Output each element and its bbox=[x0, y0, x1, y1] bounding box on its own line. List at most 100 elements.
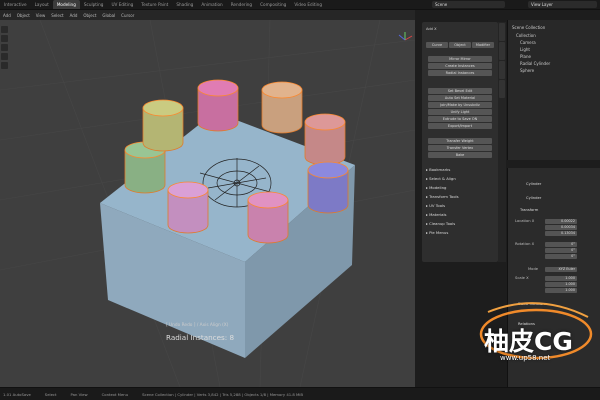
outliner-item[interactable]: Sphere bbox=[520, 67, 534, 74]
scale-y-field[interactable]: 1.000 bbox=[545, 282, 577, 287]
orientation-select[interactable]: Global bbox=[99, 13, 118, 18]
3d-viewport[interactable] bbox=[0, 20, 415, 387]
scale-label: Scale X bbox=[515, 276, 529, 280]
location-z-field[interactable]: 0.13034 bbox=[545, 231, 577, 236]
tab-uv-editing[interactable]: UV Editing bbox=[107, 0, 137, 9]
cylinder-instance[interactable] bbox=[304, 113, 346, 166]
rotation-mode-select[interactable]: XYZ Euler bbox=[545, 267, 577, 272]
tab-modeling[interactable]: Modeling bbox=[52, 0, 80, 9]
navigation-gizmo[interactable] bbox=[398, 32, 413, 41]
tool-button[interactable]: Transfer Vertex bbox=[428, 145, 492, 151]
panel-section[interactable]: ▸ Cleanup Tools bbox=[426, 221, 455, 226]
menu-object-2[interactable]: Object bbox=[80, 13, 99, 18]
tool-shelf bbox=[0, 24, 10, 104]
pivot-select[interactable]: Cursor bbox=[118, 13, 137, 18]
panel-section[interactable]: ▸ Select & Align bbox=[426, 176, 456, 181]
rotation-y-field[interactable]: 0° bbox=[545, 248, 577, 253]
outliner-item[interactable]: Radial Cylinder bbox=[520, 60, 550, 67]
location-label: Location X bbox=[515, 219, 535, 223]
object-name: Cylinder bbox=[526, 182, 542, 186]
panel-section[interactable]: ▸ Transform Tools bbox=[426, 194, 459, 199]
object-data-name[interactable]: Cylinder bbox=[526, 196, 541, 200]
rotation-label: Rotation X bbox=[515, 242, 535, 246]
move-tool-icon[interactable] bbox=[1, 44, 8, 51]
cylinder-instance[interactable] bbox=[197, 79, 239, 132]
mode-label: Mode bbox=[528, 267, 539, 271]
tool-button[interactable]: Set Bevel Edit bbox=[428, 88, 492, 94]
cylinder-instance[interactable] bbox=[247, 191, 289, 244]
location-y-field[interactable]: 0.00034 bbox=[545, 225, 577, 230]
cylinder-instance[interactable] bbox=[307, 161, 349, 214]
tab-rendering[interactable]: Rendering bbox=[227, 0, 256, 9]
panel-section[interactable]: ▸ Modeling bbox=[426, 185, 446, 190]
rotate-tool-icon[interactable] bbox=[1, 53, 8, 60]
tool-button[interactable]: Create Instances bbox=[428, 63, 492, 69]
status-item: Pan View bbox=[70, 391, 88, 397]
mode-menu[interactable]: Add bbox=[0, 13, 14, 18]
sidebar-panel: Add X Curve Object Modifier Mirror Mirro… bbox=[422, 22, 498, 262]
cursor-tool-icon[interactable] bbox=[1, 35, 8, 42]
status-item: Context Menu bbox=[101, 391, 129, 397]
modifier-button[interactable]: Modifier bbox=[472, 42, 494, 48]
outliner-item[interactable]: Plane bbox=[520, 53, 531, 60]
scene-selector[interactable]: Scene bbox=[432, 1, 505, 8]
outliner-item[interactable]: Camera bbox=[520, 39, 536, 46]
tool-button[interactable]: Export/Import bbox=[428, 123, 492, 129]
watermark-url: www.up58.net bbox=[500, 354, 551, 362]
location-x-field[interactable]: 0.00022 bbox=[545, 219, 577, 224]
menu-view[interactable]: View bbox=[33, 13, 49, 18]
watermark-text: 柚皮CG bbox=[484, 327, 573, 356]
menu-add[interactable]: Add bbox=[67, 13, 81, 18]
cylinder-instance[interactable] bbox=[167, 181, 209, 234]
outliner-item[interactable]: Collection bbox=[516, 32, 536, 39]
panel-section[interactable]: ▸ Pie Menus bbox=[426, 230, 448, 235]
status-item: 1.01 AutoSave bbox=[3, 391, 31, 397]
tool-button[interactable]: Bake bbox=[428, 152, 492, 158]
tab-animation[interactable]: Animation bbox=[197, 0, 226, 9]
curve-button[interactable]: Curve bbox=[426, 42, 448, 48]
outliner-item[interactable]: Light bbox=[520, 46, 530, 53]
panel-section[interactable]: ▸ Bookmarks bbox=[426, 167, 450, 172]
cylinder-instance[interactable] bbox=[261, 81, 303, 134]
panel-section[interactable]: ▸ Materials bbox=[426, 212, 447, 217]
tab-video-editing[interactable]: Video Editing bbox=[290, 0, 326, 9]
tab-view[interactable] bbox=[499, 61, 505, 79]
tool-button[interactable]: Auto Set Material bbox=[428, 95, 492, 101]
status-bar: 1.01 AutoSave Select Pan View Context Menu S… bbox=[0, 387, 600, 400]
outliner-title: Scene Collection bbox=[512, 25, 546, 30]
panel-section[interactable]: ▸ UV Tools bbox=[426, 203, 445, 208]
scale-tool-icon[interactable] bbox=[1, 62, 8, 69]
tab-layout[interactable]: Layout bbox=[31, 0, 53, 9]
menu-object[interactable]: Object bbox=[14, 13, 33, 18]
tab-tool[interactable] bbox=[499, 42, 505, 60]
workspace-tabs: Interactive Layout Modeling Sculpting UV Edi… bbox=[0, 0, 600, 10]
rotation-z-field[interactable]: 0° bbox=[545, 254, 577, 259]
tab-item[interactable] bbox=[499, 23, 505, 41]
tool-button[interactable]: Extrude to Save ON bbox=[428, 116, 492, 122]
tool-button[interactable]: Mirror Mirror bbox=[428, 56, 492, 62]
tab-edit[interactable] bbox=[499, 80, 505, 98]
tab-texture-paint[interactable]: Texture Paint bbox=[137, 0, 172, 9]
tool-button[interactable]: Unify Light bbox=[428, 109, 492, 115]
scale-x-field[interactable]: 1.000 bbox=[545, 276, 577, 281]
tab-sculpting[interactable]: Sculpting bbox=[80, 0, 108, 9]
tool-button[interactable]: Join/Make by Unsubdiv bbox=[428, 102, 492, 108]
transform-section[interactable]: Transform bbox=[520, 208, 538, 212]
operator-status: [ Undo Redo ] / Axis Align (X) bbox=[166, 323, 229, 328]
cylinder-instance[interactable] bbox=[142, 99, 184, 152]
sidebar-tabs bbox=[498, 22, 506, 262]
rotation-x-field[interactable]: 0° bbox=[545, 242, 577, 247]
view-layer-selector[interactable]: View Layer bbox=[528, 1, 597, 8]
menu-select[interactable]: Select bbox=[48, 13, 66, 18]
status-item: Scene Collection | Cylinder | Verts 3,84… bbox=[142, 391, 303, 397]
viewport-header: Add Object View Select Add Object Global… bbox=[0, 10, 415, 20]
npanel-header: Add X bbox=[426, 27, 437, 31]
tab-interactive[interactable]: Interactive bbox=[0, 0, 31, 9]
tool-button[interactable]: Transfer Weight bbox=[428, 138, 492, 144]
object-button[interactable]: Object bbox=[449, 42, 471, 48]
tab-shading[interactable]: Shading bbox=[172, 0, 197, 9]
select-tool-icon[interactable] bbox=[1, 26, 8, 33]
status-item: Select bbox=[44, 391, 57, 397]
tab-compositing[interactable]: Compositing bbox=[256, 0, 290, 9]
tool-button[interactable]: Radial Instances bbox=[428, 70, 492, 76]
